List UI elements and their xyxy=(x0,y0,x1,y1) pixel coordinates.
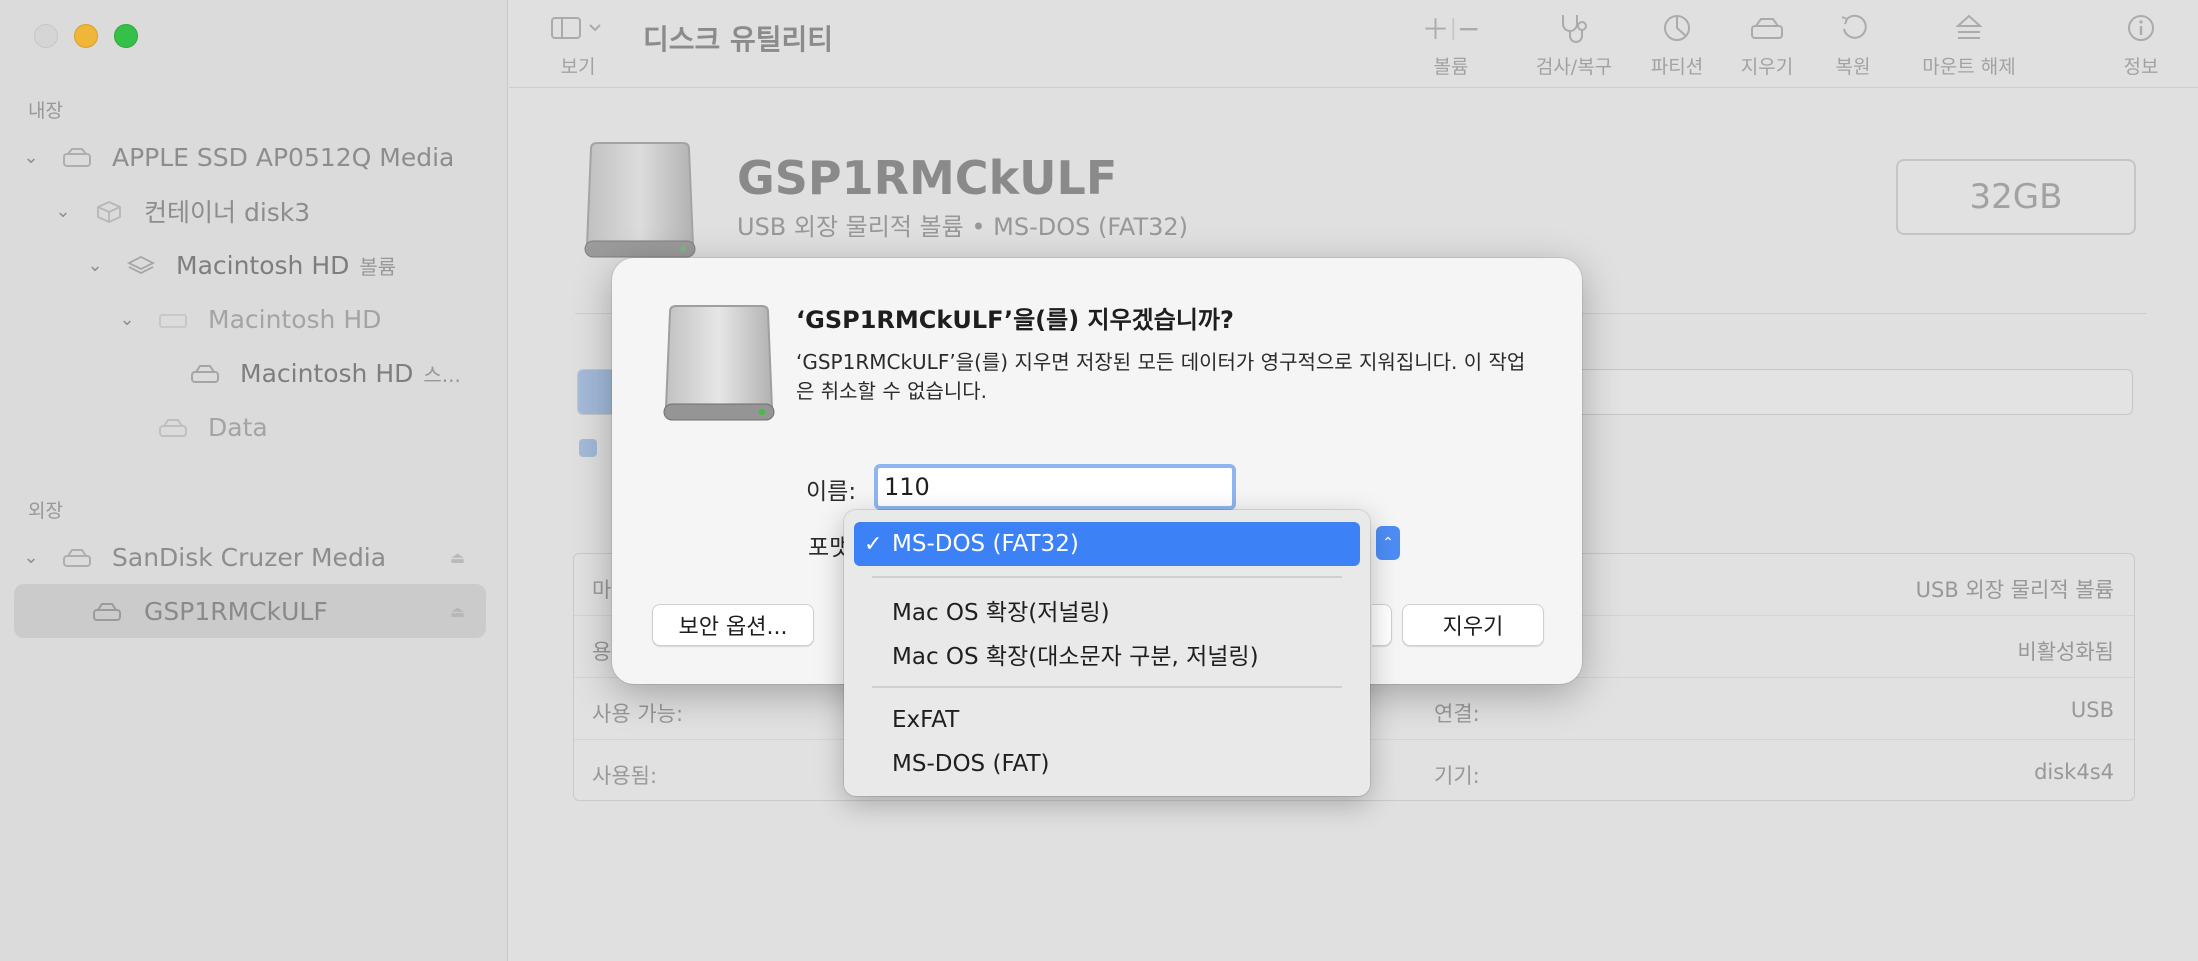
erase-button[interactable]: 지우기 xyxy=(1402,604,1544,646)
format-option-msdos-fat32[interactable]: ✓ MS-DOS (FAT32) xyxy=(854,522,1360,566)
name-label: 이름: xyxy=(806,479,857,505)
format-select-chevron-icon[interactable]: ⌃ xyxy=(1376,526,1400,560)
format-option-exfat[interactable]: ExFAT xyxy=(854,698,1360,742)
dialog-title: ‘GSP1RMCkULF’을(를) 지우겠습니까? xyxy=(796,306,1234,334)
disk-utility-window: 내장 ⌄ APPLE SSD AP0512Q Media ⌄ 컨테이너 disk… xyxy=(0,0,2198,961)
format-menu: ✓ MS-DOS (FAT32) Mac OS 확장(저널링) Mac OS 확… xyxy=(844,510,1370,796)
format-option-label: Mac OS 확장(저널링) xyxy=(892,600,1110,626)
format-option-label: Mac OS 확장(대소문자 구분, 저널링) xyxy=(892,644,1259,670)
format-option-macos-case-sensitive-journaled[interactable]: Mac OS 확장(대소문자 구분, 저널링) xyxy=(854,632,1360,676)
menu-separator xyxy=(872,576,1342,578)
format-option-label: ExFAT xyxy=(892,707,960,733)
format-option-label: MS-DOS (FAT) xyxy=(892,751,1050,777)
name-input[interactable] xyxy=(874,464,1236,510)
dialog-disk-image xyxy=(660,304,778,424)
security-options-button[interactable]: 보안 옵션... xyxy=(652,604,814,646)
dialog-message: ‘GSP1RMCkULF’을(를) 지우면 저장된 모든 데이터가 영구적으로 … xyxy=(796,350,1526,403)
format-option-label: MS-DOS (FAT32) xyxy=(892,531,1079,557)
checkmark-icon: ✓ xyxy=(864,531,883,557)
format-option-msdos-fat[interactable]: MS-DOS (FAT) xyxy=(854,742,1360,786)
menu-separator xyxy=(872,686,1342,688)
cancel-button[interactable] xyxy=(1372,604,1392,646)
format-option-macos-journaled[interactable]: Mac OS 확장(저널링) xyxy=(854,588,1360,632)
